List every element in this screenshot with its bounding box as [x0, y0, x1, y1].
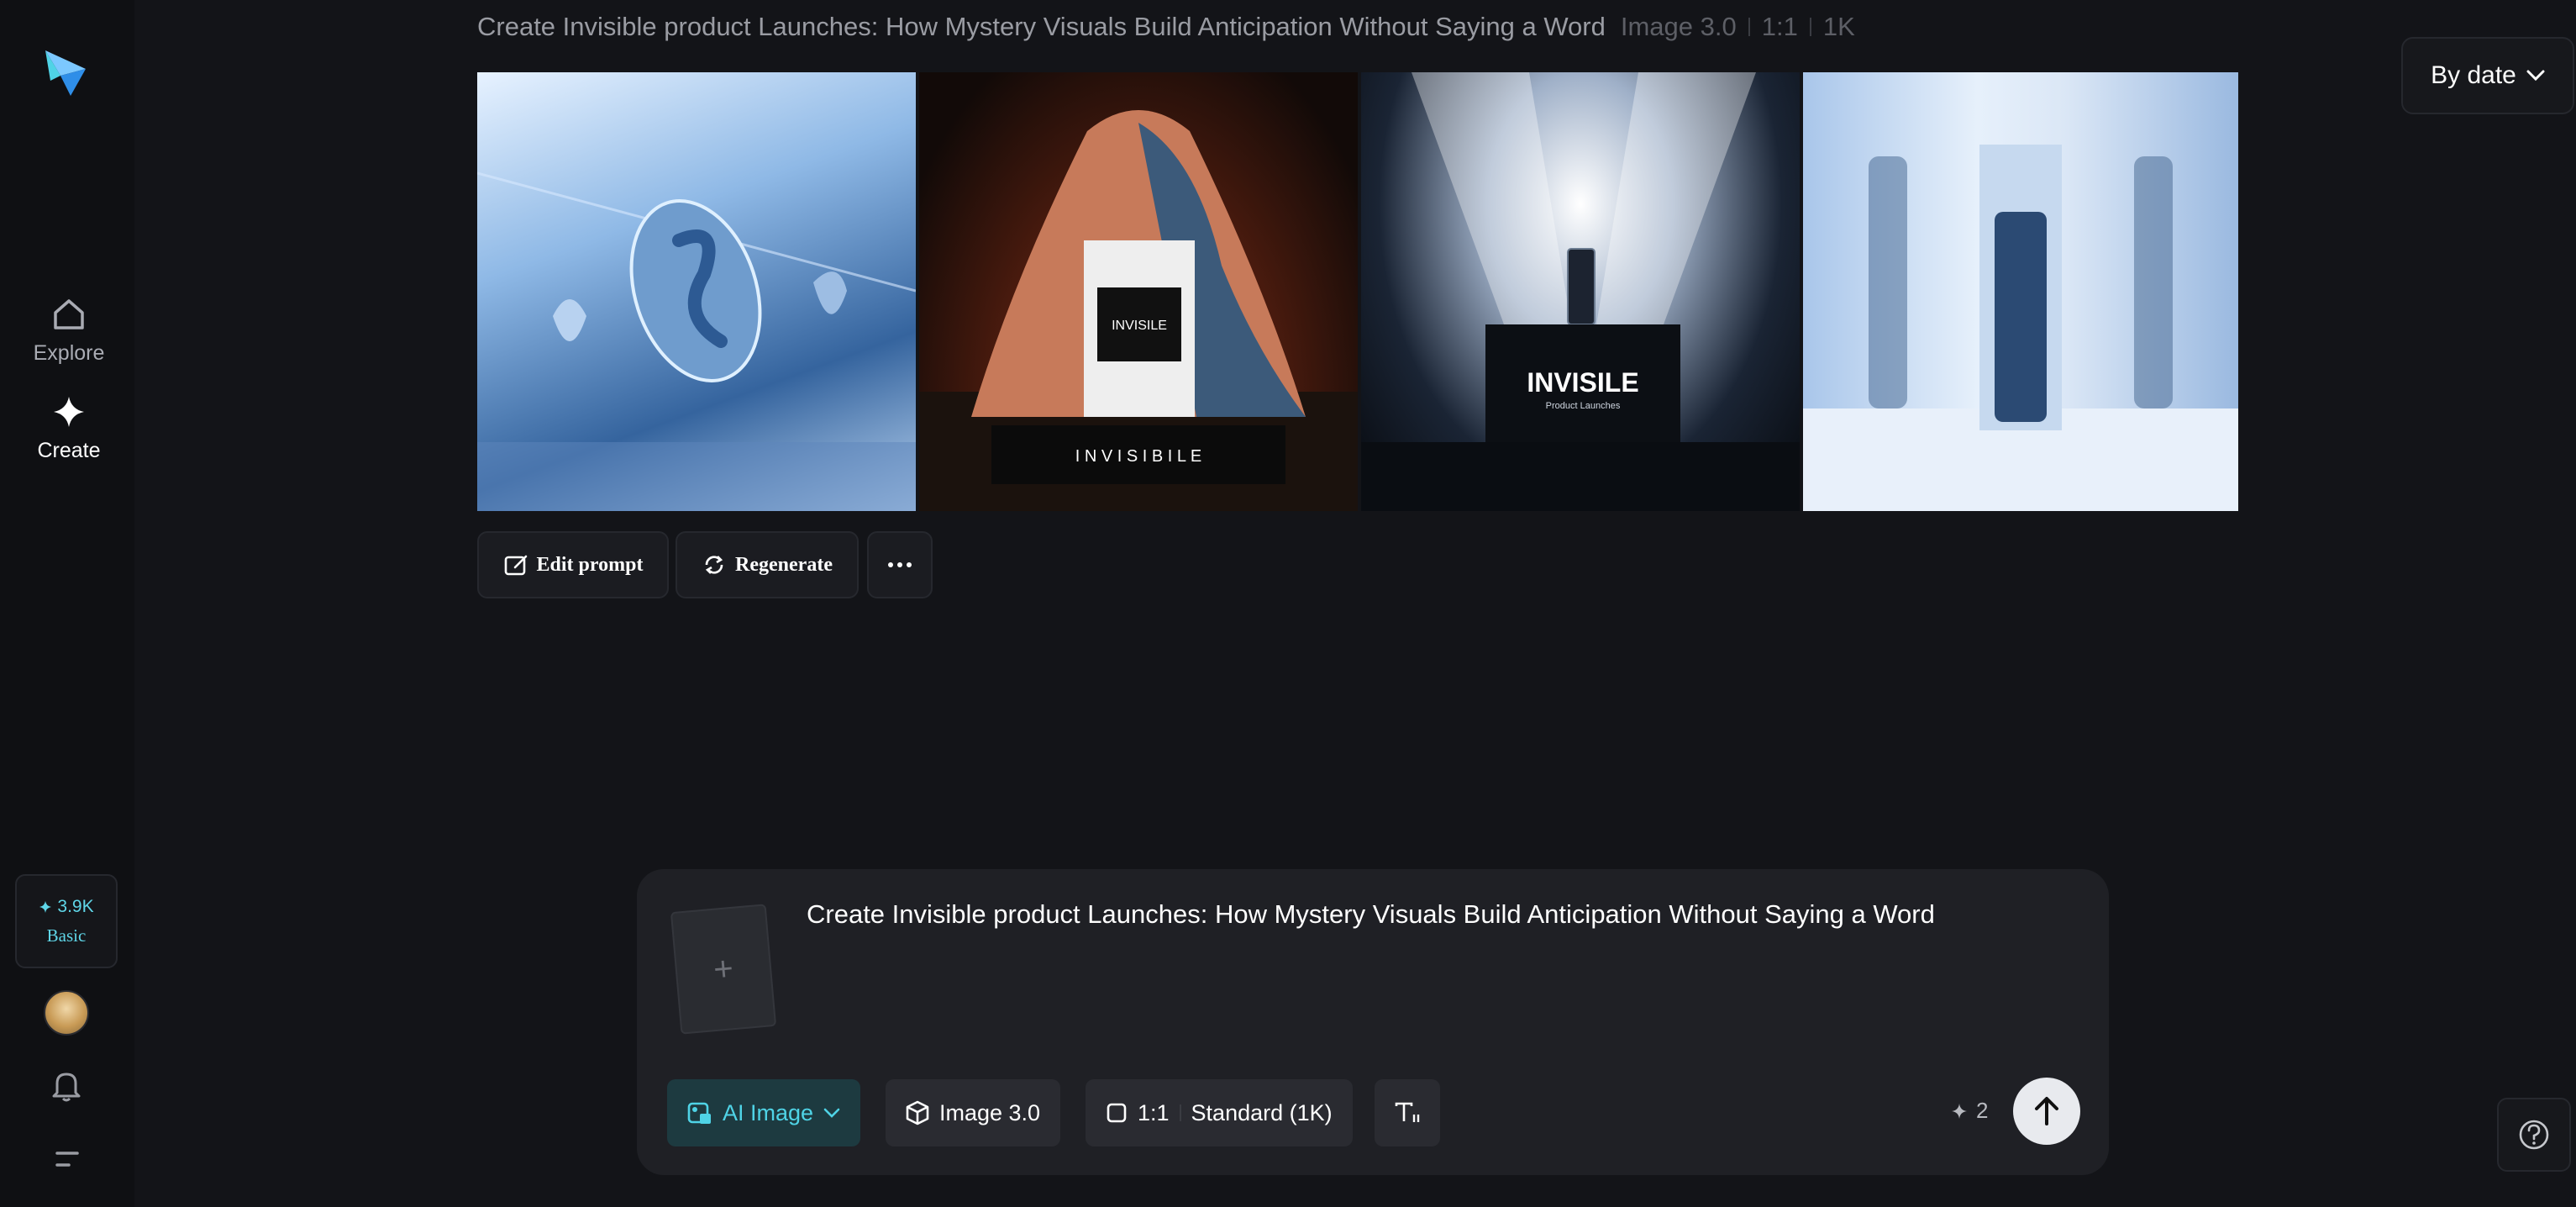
model-selector[interactable]: Image 3.0 [886, 1079, 1061, 1146]
sort-dropdown[interactable]: By date [2401, 37, 2574, 114]
generation-resolution: 1K [1822, 12, 1855, 41]
submit-button[interactable] [2013, 1078, 2080, 1145]
chevron-down-icon [2526, 70, 2545, 82]
ratio-label: 1:1 [1138, 1099, 1170, 1125]
model-label: Image 3.0 [939, 1099, 1041, 1125]
reference-upload[interactable]: + [670, 904, 777, 1035]
sparkle-icon [39, 900, 52, 913]
avatar[interactable] [44, 990, 89, 1036]
nav-create-label: Create [37, 439, 101, 462]
chevron-down-icon [823, 1108, 840, 1118]
sparkle-icon [1952, 1103, 1967, 1119]
question-icon [2519, 1120, 2549, 1150]
ratio-quality-selector[interactable]: 1:1 Standard (1K) [1086, 1079, 1353, 1146]
bell-icon[interactable] [50, 1069, 82, 1103]
credits-amount: 3.9K [57, 896, 94, 916]
generation-meta: Image 3.0 1:1 1K [1621, 12, 1855, 42]
prompt-panel: + Create Invisible product Launches: How… [637, 869, 2109, 1175]
sidebar: Explore Create 3.9K Basic [0, 0, 134, 1207]
nav-explore[interactable]: Explore [17, 296, 121, 366]
generation-model: Image 3.0 [1620, 12, 1737, 41]
credits-tier: Basic [46, 925, 87, 946]
text-format-icon [1395, 1102, 1420, 1122]
help-button[interactable] [2497, 1098, 2571, 1172]
image-4-art [1803, 145, 2238, 511]
regenerate-button[interactable]: Regenerate [676, 531, 859, 598]
plus-icon: + [712, 949, 735, 988]
image-2-art: INVISILE I N V I S I B I L E [919, 110, 1358, 511]
credits-amount-row: 3.9K [39, 896, 94, 917]
arrow-up-icon [2035, 1097, 2058, 1125]
home-icon [54, 299, 84, 329]
cube-icon [906, 1100, 929, 1125]
generation-ratio: 1:1 [1761, 12, 1798, 41]
app-logo[interactable] [42, 47, 89, 98]
edit-prompt-button[interactable]: Edit prompt [477, 531, 669, 598]
generated-image-4[interactable] [1803, 72, 2238, 511]
quality-label: Standard (1K) [1191, 1099, 1333, 1125]
mode-dropdown[interactable]: AI Image [667, 1079, 861, 1146]
sparkle-icon [54, 397, 84, 427]
edit-icon [504, 555, 527, 576]
divider [1179, 1104, 1181, 1121]
image-3-box-text: INVISILE [1527, 367, 1638, 398]
more-icon [888, 562, 912, 567]
more-options-button[interactable] [867, 531, 933, 598]
nav-explore-label: Explore [33, 341, 105, 365]
prompt-input[interactable]: Create Invisible product Launches: How M… [807, 899, 1935, 930]
divider [1748, 18, 1750, 36]
square-icon [1107, 1103, 1127, 1123]
generated-image-3[interactable]: INVISILE Product Launches [1361, 72, 1800, 511]
image-3-art: INVISILE Product Launches [1361, 72, 1800, 511]
mode-label: AI Image [723, 1099, 814, 1125]
generation-title-row: Create Invisible product Launches: How M… [477, 12, 1855, 42]
generated-image-1[interactable] [477, 72, 916, 511]
regenerate-label: Regenerate [735, 553, 833, 576]
sort-label: By date [2431, 61, 2516, 89]
image-3-caption: Product Launches [1546, 401, 1621, 411]
text-style-button[interactable] [1375, 1079, 1440, 1146]
image-2-caption: I N V I S I B I L E [1075, 447, 1201, 466]
image-2-box-text: INVISILE [1112, 319, 1167, 333]
divider [1809, 18, 1811, 36]
edit-prompt-label: Edit prompt [536, 553, 644, 576]
nav-create[interactable]: Create [17, 393, 121, 463]
credits-box[interactable]: 3.9K Basic [15, 874, 118, 968]
generated-image-2[interactable]: INVISILE I N V I S I B I L E [919, 72, 1358, 511]
image-1-art [477, 171, 916, 511]
ai-image-icon [687, 1102, 711, 1124]
refresh-icon [705, 556, 723, 574]
generation-cost: 2 [1951, 1098, 1988, 1124]
menu-icon[interactable] [54, 1148, 81, 1170]
generation-title: Create Invisible product Launches: How M… [477, 12, 1606, 41]
cost-value: 2 [1976, 1098, 1989, 1123]
